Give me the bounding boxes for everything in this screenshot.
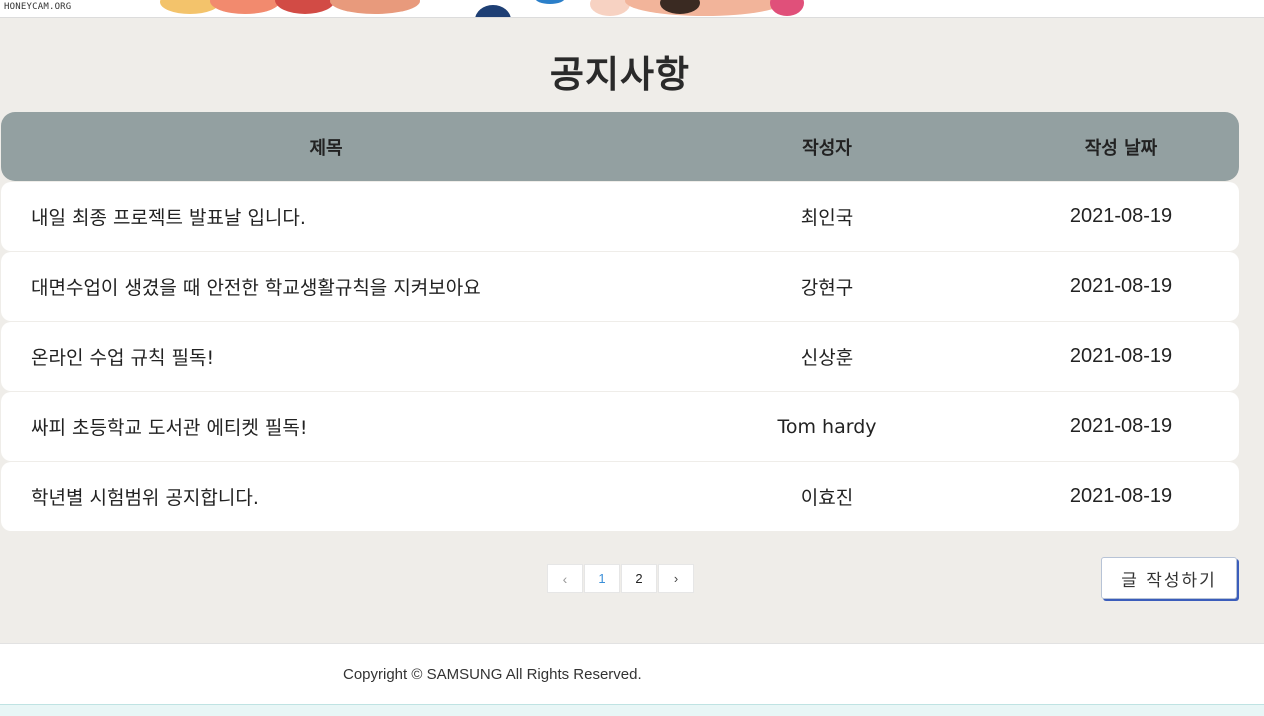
banner-illustration xyxy=(475,5,511,17)
chevron-left-icon[interactable]: ‹ xyxy=(547,564,583,593)
row-title[interactable]: 학년별 시험범위 공지합니다. xyxy=(1,483,651,510)
banner-illustration xyxy=(625,0,785,16)
row-author: 최인국 xyxy=(800,207,854,229)
row-date: 2021-08-19 xyxy=(1069,275,1173,297)
copyright-text: Copyright © SAMSUNG All Rights Reserved. xyxy=(343,666,642,683)
row-date: 2021-08-19 xyxy=(1069,205,1173,227)
table-row[interactable]: 내일 최종 프로젝트 발표날 입니다. 최인국 2021-08-19 xyxy=(1,182,1239,251)
banner-illustration xyxy=(275,0,335,14)
row-date: 2021-08-19 xyxy=(1069,485,1173,507)
row-title[interactable]: 대면수업이 생겼을 때 안전한 학교생활규칙을 지켜보아요 xyxy=(1,273,651,300)
column-header-title: 제목 xyxy=(309,137,343,159)
banner-illustration xyxy=(330,0,420,14)
banner-illustration xyxy=(770,0,804,16)
pagination: ‹ 1 2 › xyxy=(547,564,695,593)
main-content: 공지사항 제목 작성자 작성 날짜 내일 최종 프로젝트 발표날 입니다. 최인… xyxy=(0,22,1264,637)
write-post-button[interactable]: 글 작성하기 xyxy=(1101,557,1237,599)
column-header-date: 작성 날짜 xyxy=(1084,137,1158,159)
page-button-2[interactable]: 2 xyxy=(621,564,657,593)
page-button-1[interactable]: 1 xyxy=(584,564,620,593)
table-row[interactable]: 대면수업이 생겼을 때 안전한 학교생활규칙을 지켜보아요 강현구 2021-0… xyxy=(1,252,1239,321)
row-title[interactable]: 온라인 수업 규칙 필독! xyxy=(1,343,651,370)
notice-table: 제목 작성자 작성 날짜 내일 최종 프로젝트 발표날 입니다. 최인국 202… xyxy=(1,112,1239,532)
table-row[interactable]: 학년별 시험범위 공지합니다. 이효진 2021-08-19 xyxy=(1,462,1239,531)
banner-illustration xyxy=(210,0,280,14)
row-title[interactable]: 싸피 초등학교 도서관 에티켓 필독! xyxy=(1,413,651,440)
row-author: 이효진 xyxy=(800,487,854,509)
page-title: 공지사항 xyxy=(549,53,691,96)
row-author: 신상훈 xyxy=(800,347,854,369)
bottom-strip xyxy=(0,704,1264,716)
row-title[interactable]: 내일 최종 프로젝트 발표날 입니다. xyxy=(1,203,651,230)
header-banner: HONEYCAM.ORG xyxy=(0,0,1264,18)
table-row[interactable]: 온라인 수업 규칙 필독! 신상훈 2021-08-19 xyxy=(1,322,1239,391)
banner-illustration xyxy=(535,0,565,4)
watermark-text: HONEYCAM.ORG xyxy=(4,2,72,12)
row-author: Tom hardy xyxy=(777,415,877,438)
banner-illustration xyxy=(590,0,630,16)
table-header: 제목 작성자 작성 날짜 xyxy=(1,112,1239,181)
row-date: 2021-08-19 xyxy=(1069,345,1173,367)
footer: Copyright © SAMSUNG All Rights Reserved. xyxy=(0,643,1264,705)
row-date: 2021-08-19 xyxy=(1069,415,1173,437)
table-row[interactable]: 싸피 초등학교 도서관 에티켓 필독! Tom hardy 2021-08-19 xyxy=(1,392,1239,461)
chevron-right-icon[interactable]: › xyxy=(658,564,694,593)
column-header-author: 작성자 xyxy=(802,137,852,159)
row-author: 강현구 xyxy=(800,277,854,299)
